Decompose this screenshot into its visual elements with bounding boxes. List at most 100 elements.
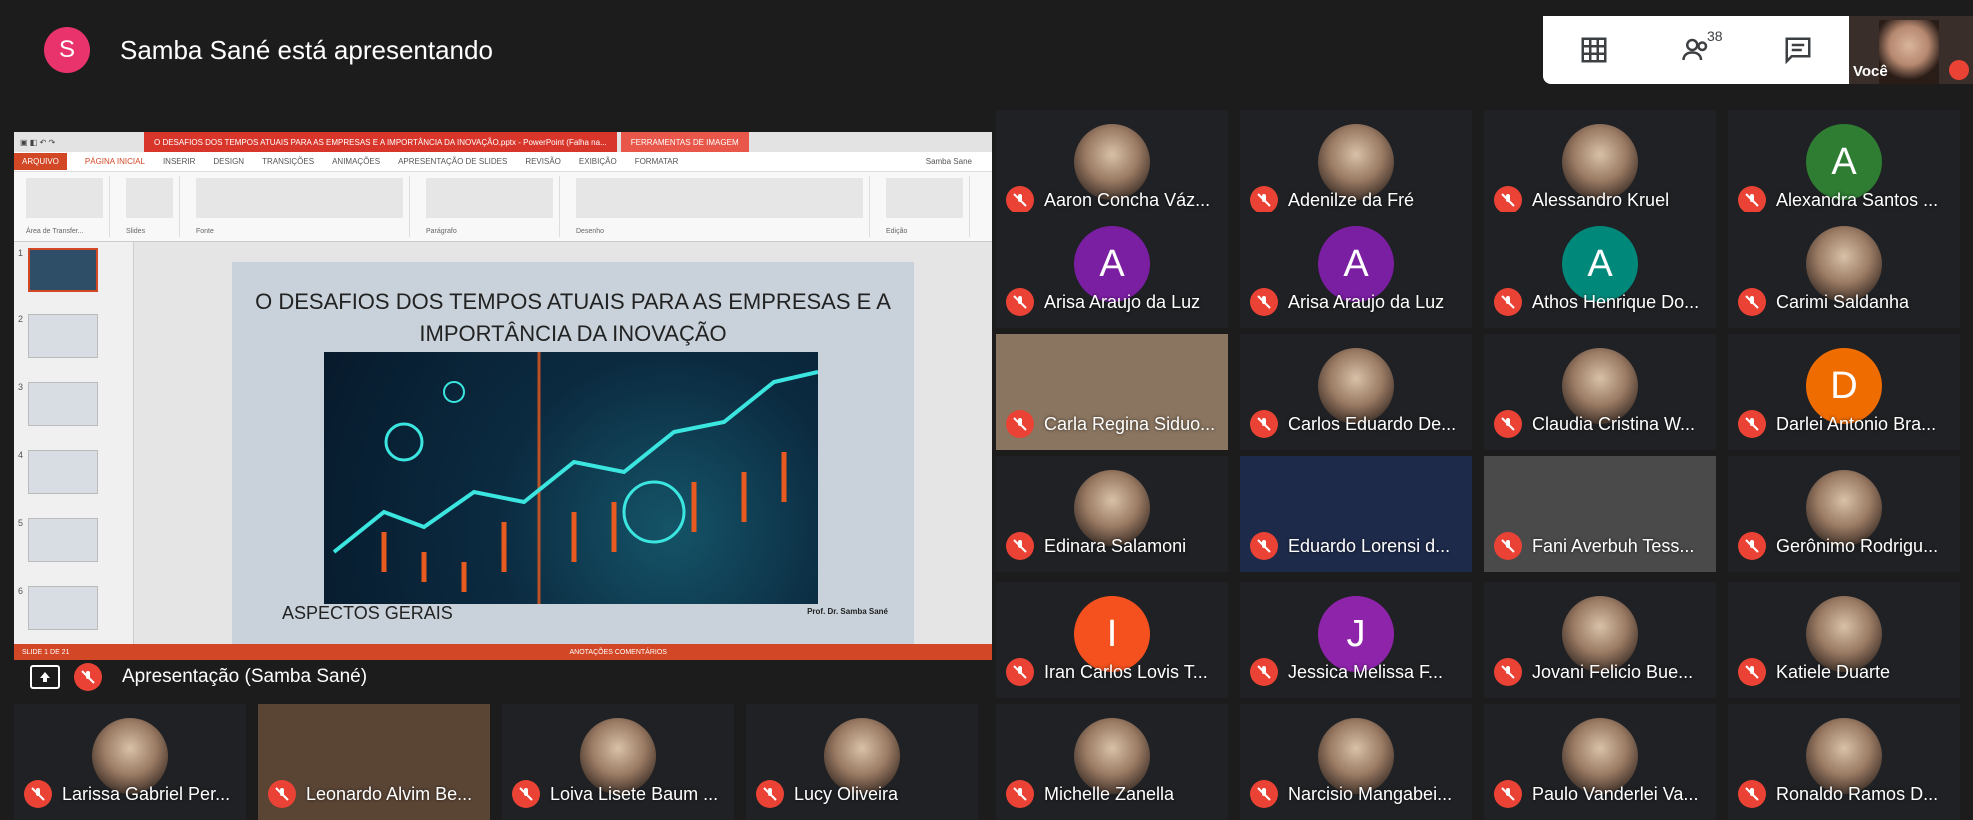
- participant-tile[interactable]: Carimi Saldanha: [1728, 212, 1960, 328]
- mic-off-icon: [756, 780, 784, 808]
- participant-tile[interactable]: A Alexandra Santos ...: [1728, 110, 1960, 226]
- slide-canvas[interactable]: O DESAFIOS DOS TEMPOS ATUAIS PARA AS EMP…: [232, 262, 914, 646]
- ppt-tab[interactable]: INSERIR: [163, 157, 195, 166]
- participant-tile[interactable]: Carla Regina Siduo...: [996, 334, 1228, 450]
- participant-name: Iran Carlos Lovis T...: [1044, 661, 1208, 682]
- slide-thumbnail[interactable]: [28, 382, 98, 426]
- participant-tile[interactable]: Adenilze da Fré: [1240, 110, 1472, 226]
- participant-tile[interactable]: Edinara Salamoni: [996, 456, 1228, 572]
- participant-tile[interactable]: Aaron Concha Váz...: [996, 110, 1228, 226]
- ppt-tab[interactable]: APRESENTAÇÃO DE SLIDES: [398, 157, 507, 166]
- mic-off-icon: [1949, 60, 1969, 80]
- participant-tile[interactable]: D Darlei Antonio Bra...: [1728, 334, 1960, 450]
- thumb-number: 3: [18, 382, 24, 392]
- participant-tile[interactable]: Carlos Eduardo De...: [1240, 334, 1472, 450]
- presenter-banner: S Samba Sané está apresentando: [0, 0, 1540, 100]
- participant-tile[interactable]: Michelle Zanella: [996, 704, 1228, 820]
- ribbon-group: Fonte: [190, 176, 410, 237]
- participant-name: Carlos Eduardo De...: [1288, 413, 1457, 434]
- ppt-tab[interactable]: ANIMAÇÕES: [332, 157, 380, 166]
- participant-tile[interactable]: I Iran Carlos Lovis T...: [996, 582, 1228, 698]
- ppt-tab[interactable]: PÁGINA INICIAL: [85, 157, 145, 166]
- ribbon-group: Área de Transfer...: [20, 176, 110, 237]
- mic-off-icon: [1250, 410, 1278, 438]
- participant-tile[interactable]: Ronaldo Ramos D...: [1728, 704, 1960, 820]
- mic-off-icon: [1494, 410, 1522, 438]
- participant-name: Larissa Gabriel Per...: [62, 783, 231, 804]
- participant-tile[interactable]: Alessandro Kruel: [1484, 110, 1716, 226]
- participant-name-row: Iran Carlos Lovis T...: [1006, 658, 1208, 686]
- ppt-window-title: O DESAFIOS DOS TEMPOS ATUAIS PARA AS EMP…: [144, 132, 617, 152]
- participant-name: Jessica Melissa F...: [1288, 661, 1444, 682]
- ppt-user: Samba Sane: [925, 157, 972, 166]
- shared-screen[interactable]: ▣ ◧ ↶ ↷ O DESAFIOS DOS TEMPOS ATUAIS PAR…: [14, 132, 992, 660]
- participant-name-row: Alexandra Santos ...: [1738, 186, 1938, 214]
- layout-button[interactable]: [1543, 16, 1645, 84]
- ribbon-controls[interactable]: [426, 178, 553, 218]
- participant-tile[interactable]: Larissa Gabriel Per...: [14, 704, 246, 820]
- ppt-quick-access: ▣ ◧ ↶ ↷: [20, 137, 56, 147]
- participant-tile[interactable]: Narcisio Mangabei...: [1240, 704, 1472, 820]
- ppt-tab[interactable]: REVISÃO: [525, 157, 561, 166]
- participant-name-row: Arisa Araujo da Luz: [1006, 288, 1200, 316]
- chat-button[interactable]: [1747, 16, 1849, 84]
- ribbon-controls[interactable]: [26, 178, 103, 218]
- slide-thumbnail[interactable]: [28, 586, 98, 630]
- slide-thumbnail[interactable]: [28, 518, 98, 562]
- self-label: Você: [1853, 63, 1888, 80]
- slide-thumbnail[interactable]: [28, 314, 98, 358]
- ribbon-controls[interactable]: [126, 178, 173, 218]
- participant-tile[interactable]: A Arisa Araujo da Luz: [996, 212, 1228, 328]
- participants-button[interactable]: 38: [1645, 16, 1747, 84]
- participant-tile[interactable]: Lucy Oliveira: [746, 704, 978, 820]
- ppt-workspace: 1 2 3 4 5 6 O DESAFIOS DOS TEMPOS ATUAIS…: [14, 242, 992, 646]
- ppt-tab[interactable]: FORMATAR: [635, 157, 679, 166]
- participant-name: Edinara Salamoni: [1044, 535, 1187, 556]
- participant-name-row: Narcisio Mangabei...: [1250, 780, 1452, 808]
- ribbon-group-label: Parágrafo: [426, 228, 457, 235]
- ribbon-controls[interactable]: [886, 178, 963, 218]
- presenter-status-text: Samba Sané está apresentando: [120, 34, 493, 65]
- participant-name: Paulo Vanderlei Va...: [1532, 783, 1699, 804]
- slide-thumbnail[interactable]: [28, 450, 98, 494]
- ppt-tab[interactable]: TRANSIÇÕES: [262, 157, 314, 166]
- mic-off-icon: [1494, 288, 1522, 316]
- presenter-avatar: S: [44, 27, 90, 73]
- participant-tile[interactable]: Jovani Felicio Bue...: [1484, 582, 1716, 698]
- slide-thumbnail[interactable]: [28, 248, 98, 292]
- slide-footer: ASPECTOS GERAIS: [282, 603, 453, 623]
- participant-tile[interactable]: A Athos Henrique Do...: [1484, 212, 1716, 328]
- thumb-number: 6: [18, 586, 24, 596]
- participant-tile[interactable]: Leonardo Alvim Be...: [258, 704, 490, 820]
- participant-tile[interactable]: Fani Averbuh Tess...: [1484, 456, 1716, 572]
- ppt-tab[interactable]: EXIBIÇÃO: [579, 157, 617, 166]
- participant-name: Arisa Araujo da Luz: [1044, 291, 1201, 312]
- self-view-tile[interactable]: Você: [1849, 16, 1973, 84]
- participant-name: Lucy Oliveira: [794, 783, 899, 804]
- participant-name-row: Leonardo Alvim Be...: [268, 780, 472, 808]
- ppt-tab[interactable]: DESIGN: [213, 157, 244, 166]
- thumb-number: 5: [18, 518, 24, 528]
- mic-off-icon: [1738, 410, 1766, 438]
- ppt-tab[interactable]: ARQUIVO: [14, 153, 67, 170]
- ppt-tabs: ARQUIVO PÁGINA INICIAL INSERIR DESIGN TRANSI…: [14, 152, 992, 172]
- ribbon-controls[interactable]: [576, 178, 863, 218]
- participant-tile[interactable]: Katiele Duarte: [1728, 582, 1960, 698]
- ribbon-controls[interactable]: [196, 178, 403, 218]
- mic-off-icon: [1494, 186, 1522, 214]
- participant-tile[interactable]: Loiva Lisete Baum ...: [502, 704, 734, 820]
- self-video: [1879, 20, 1939, 84]
- slide-thumbnails: 1 2 3 4 5 6: [14, 242, 134, 644]
- participant-name-row: Athos Henrique Do...: [1494, 288, 1699, 316]
- participant-name-row: Arisa Araujo da Luz: [1250, 288, 1444, 316]
- participant-tile[interactable]: Eduardo Lorensi d...: [1240, 456, 1472, 572]
- participant-tile[interactable]: A Arisa Araujo da Luz: [1240, 212, 1472, 328]
- participant-tile[interactable]: Paulo Vanderlei Va...: [1484, 704, 1716, 820]
- participant-tile[interactable]: Gerônimo Rodrigu...: [1728, 456, 1960, 572]
- ribbon-group-label: Fonte: [196, 228, 214, 235]
- participant-name-row: Carlos Eduardo De...: [1250, 410, 1456, 438]
- present-icon[interactable]: [30, 665, 60, 689]
- participant-name: Gerônimo Rodrigu...: [1776, 535, 1939, 556]
- participant-tile[interactable]: Claudia Cristina W...: [1484, 334, 1716, 450]
- participant-tile[interactable]: J Jessica Melissa F...: [1240, 582, 1472, 698]
